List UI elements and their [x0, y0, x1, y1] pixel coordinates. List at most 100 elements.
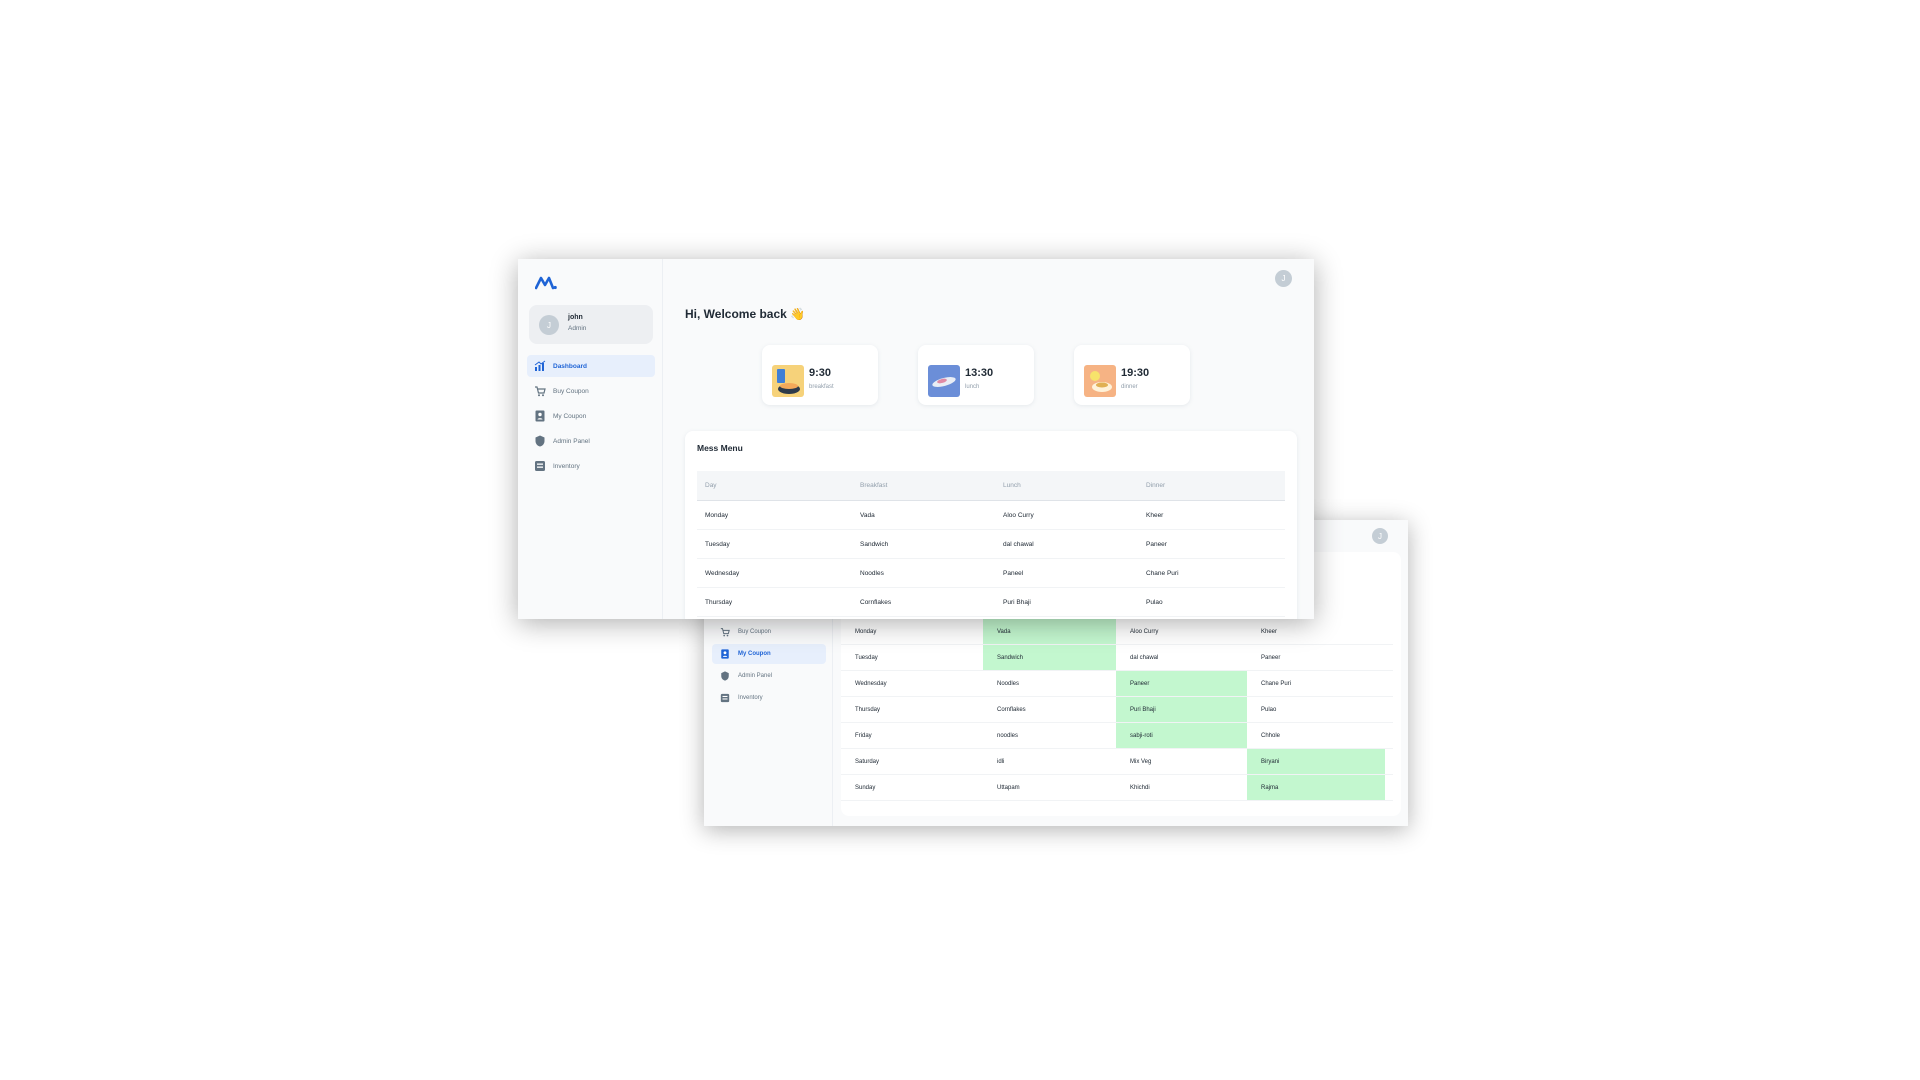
table-row: Tuesday Sandwich dal chawal Paneer [841, 645, 1393, 671]
meal-card-dinner: 19:30 dinner [1074, 345, 1190, 405]
meal-time: 19:30 [1121, 367, 1150, 379]
dinner-image [1084, 365, 1116, 397]
sidebar-item-buy-coupon[interactable]: Buy Coupon [712, 622, 826, 642]
table-row: Monday Vada Aloo Curry Kheer [841, 619, 1393, 645]
meal-label: lunch [965, 384, 980, 390]
coupon-menu-table: Monday Vada Aloo Curry Kheer Tuesday San… [841, 619, 1393, 801]
table-row: Sunday Uttapam Khichdi Rajma [841, 775, 1393, 801]
table-cell: Biryani [1247, 749, 1385, 774]
table-cell: dal chawal [1130, 654, 1159, 661]
table-row: Tuesday Sandwich dal chawal Paneer [697, 530, 1285, 559]
table-cell: Chhole [1261, 732, 1281, 739]
sidebar-item-my-coupon[interactable]: My Coupon [527, 405, 655, 427]
column-header: Dinner [1146, 482, 1166, 489]
sidebar-item-admin-panel[interactable]: Admin Panel [712, 666, 826, 686]
table-row: Wednesday Noodles Paneel Chane Puri [697, 559, 1285, 588]
table-cell: Sandwich [983, 645, 1116, 670]
sidebar-item-label: Admin Panel [553, 437, 590, 445]
table-cell: dal chawal [1003, 540, 1034, 548]
shield-icon [719, 670, 731, 682]
user-badge-icon [534, 410, 546, 422]
meal-card-breakfast: 9:30 breakfast [762, 345, 878, 405]
table-cell: Paneer [1116, 671, 1247, 696]
column-header: Breakfast [860, 482, 888, 489]
column-header: Day [705, 482, 717, 489]
table-cell: Tuesday [855, 654, 878, 661]
table-cell: Wednesday [705, 569, 740, 577]
breakfast-image [772, 365, 804, 397]
table-cell: Pulao [1261, 706, 1277, 713]
sidebar: J john Admin Dashboard Buy Coupon My Cou… [518, 259, 663, 619]
table-cell: Cornflakes [860, 598, 892, 606]
table-cell: Puri Bhaji [1116, 697, 1247, 722]
table-cell: Thursday [855, 706, 881, 713]
sidebar-item-label: My Coupon [553, 412, 587, 420]
cart-icon [719, 626, 731, 638]
sidebar-item-admin-panel[interactable]: Admin Panel [527, 430, 655, 452]
table-cell: Monday [705, 511, 729, 519]
meal-label: dinner [1121, 384, 1138, 390]
mess-menu-card: Mess Menu Day Breakfast Lunch Dinner Mon… [685, 431, 1297, 619]
account-name: john [568, 314, 583, 321]
table-cell: Wednesday [855, 680, 887, 687]
sidebar-item-dashboard[interactable]: Dashboard [527, 355, 655, 377]
table-cell: Saturday [855, 758, 880, 765]
table-cell: Paneer [1261, 654, 1281, 661]
sidebar-item-label: Dashboard [553, 362, 587, 370]
table-cell: Aloo Curry [1003, 511, 1034, 519]
sidebar-item-label: Admin Panel [738, 673, 773, 679]
table-cell: Tuesday [705, 540, 730, 548]
account-card[interactable]: J john Admin [529, 305, 653, 344]
section-title: Mess Menu [697, 443, 743, 453]
user-badge-icon [719, 648, 731, 660]
avatar[interactable]: J [1372, 528, 1388, 544]
table-cell: noodles [997, 732, 1019, 739]
sidebar-item-inventory[interactable]: Inventory [527, 455, 655, 477]
table-cell: Uttapam [997, 784, 1020, 791]
table-row: Friday noodles sabji-roti Chhole [841, 723, 1393, 749]
table-cell: Paneel [1003, 569, 1024, 577]
sidebar-item-buy-coupon[interactable]: Buy Coupon [527, 380, 655, 402]
table-cell: Puri Bhaji [1003, 598, 1031, 606]
meal-card-lunch: 13:30 lunch [918, 345, 1034, 405]
sidebar-item-label: Buy Coupon [738, 629, 772, 635]
table-cell: idli [997, 758, 1005, 765]
dashboard-window: J john Admin Dashboard Buy Coupon My Cou… [518, 259, 1314, 619]
chart-icon [534, 360, 546, 372]
table-cell: Khichdi [1130, 784, 1150, 791]
table-cell: Cornflakes [997, 706, 1026, 713]
logo-icon[interactable] [534, 276, 557, 290]
meal-label: breakfast [809, 384, 834, 390]
table-header: Day Breakfast Lunch Dinner [697, 471, 1285, 501]
table-cell: Paneer [1146, 540, 1167, 548]
table-cell: Pulao [1146, 598, 1163, 606]
table-cell: Monday [855, 628, 877, 635]
table-row: Thursday Cornflakes Puri Bhaji Pulao [697, 588, 1285, 617]
column-header: Lunch [1003, 482, 1021, 489]
shield-icon [534, 435, 546, 447]
sidebar-item-my-coupon[interactable]: My Coupon [712, 644, 826, 664]
account-role: Admin [568, 325, 587, 332]
table-cell: Mix Veg [1130, 758, 1152, 765]
table-cell: Noodles [997, 680, 1020, 687]
sidebar-item-label: Buy Coupon [553, 387, 589, 395]
avatar[interactable]: J [1275, 270, 1292, 287]
table-cell: Vada [983, 619, 1116, 644]
sidebar-item-inventory[interactable]: Inventory [712, 688, 826, 708]
table-row: Monday Vada Aloo Curry Kheer [697, 501, 1285, 530]
cart-icon [534, 385, 546, 397]
lunch-image [928, 365, 960, 397]
table-cell: Chane Puri [1146, 569, 1179, 577]
table-row: Saturday idli Mix Veg Biryani [841, 749, 1393, 775]
table-cell: Kheer [1261, 628, 1278, 635]
table-cell: Rajma [1247, 775, 1385, 800]
table-cell: Sunday [855, 784, 876, 791]
page-title: Hi, Welcome back 👋 [685, 307, 806, 321]
sidebar-item-label: My Coupon [738, 651, 771, 657]
meal-time: 13:30 [965, 367, 994, 379]
table-cell: sabji-roti [1116, 723, 1247, 748]
table-cell: Aloo Curry [1130, 628, 1159, 635]
table-cell: Friday [855, 732, 872, 739]
table-cell: Vada [860, 511, 875, 519]
meal-time: 9:30 [809, 367, 832, 379]
